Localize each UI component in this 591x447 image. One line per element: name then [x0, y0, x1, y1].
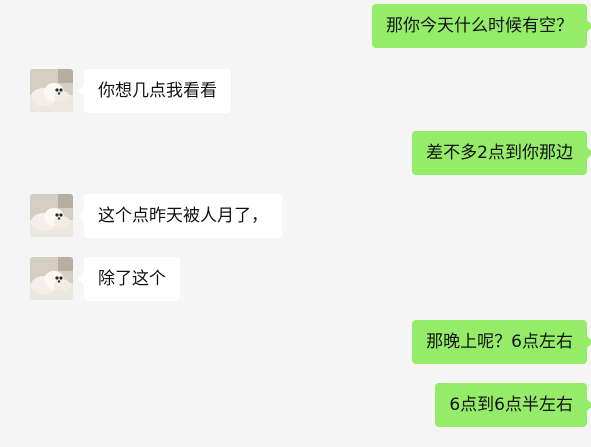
- chat-message-list[interactable]: 那你今天什么时候有空？ 你想几点我看看 差不多2点到你那边 这个点昨天被人月了，…: [0, 0, 591, 447]
- dog-photo-avatar-icon: [30, 194, 73, 237]
- message-bubble-outgoing[interactable]: 差不多2点到你那边: [412, 131, 591, 175]
- contact-avatar[interactable]: [30, 257, 73, 300]
- contact-avatar[interactable]: [30, 194, 73, 237]
- message-bubble-incoming[interactable]: 这个点昨天被人月了，: [78, 194, 282, 238]
- contact-avatar[interactable]: [30, 69, 73, 112]
- message-bubble-outgoing[interactable]: 那晚上呢？6点左右: [412, 320, 591, 364]
- message-bubble-outgoing[interactable]: 6点到6点半左右: [435, 383, 591, 427]
- dog-photo-avatar-icon: [30, 257, 73, 300]
- message-bubble-incoming[interactable]: 除了这个: [78, 257, 180, 301]
- message-bubble-incoming[interactable]: 你想几点我看看: [78, 69, 231, 113]
- message-bubble-outgoing[interactable]: 那你今天什么时候有空？: [372, 4, 591, 48]
- dog-photo-avatar-icon: [30, 69, 73, 112]
